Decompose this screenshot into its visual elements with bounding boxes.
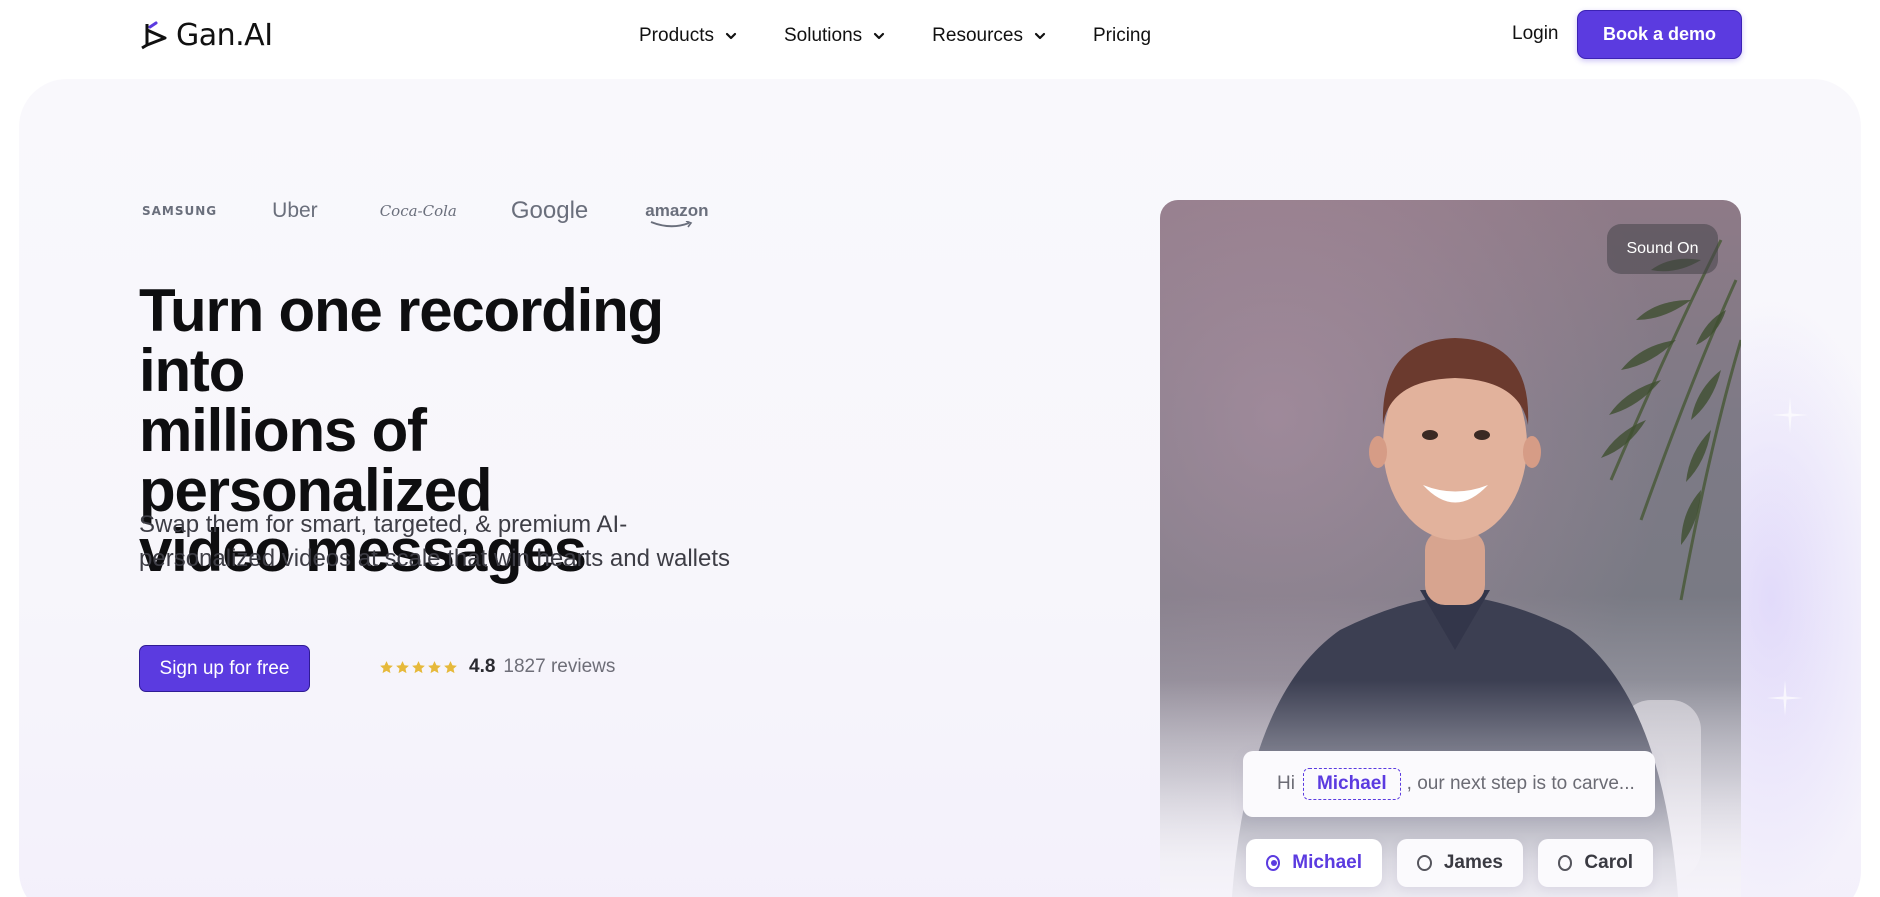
brand-logo-uber: Uber (272, 199, 318, 222)
personalized-caption: Hi Michael , our next step is to carve..… (1243, 751, 1655, 817)
star-icon (412, 660, 425, 673)
radio-icon (1266, 855, 1281, 871)
rating-value: 4.8 (469, 656, 496, 677)
subtext-line: personalized videos at scale that win he… (139, 545, 730, 572)
caption-prefix: Hi (1277, 773, 1295, 794)
sound-toggle-button[interactable]: Sound On (1607, 224, 1718, 274)
star-icon (444, 660, 457, 673)
sparkle-icon (1767, 680, 1803, 716)
name-option-label: James (1443, 852, 1503, 873)
headline-line: millions of personalized (139, 397, 493, 524)
star-rating (379, 660, 458, 675)
nav-item-products[interactable]: Products (639, 23, 738, 49)
book-demo-button[interactable]: Book a demo (1577, 10, 1742, 59)
rating: 4.8 1827 reviews (379, 656, 615, 678)
login-link[interactable]: Login (1512, 23, 1559, 45)
subtext-line: Swap them for smart, targeted, & premium… (139, 511, 628, 538)
nav-label: Solutions (783, 25, 863, 46)
nav-item-resources[interactable]: Resources (932, 23, 1047, 49)
star-icon (428, 660, 441, 673)
chevron-down-icon (725, 32, 737, 40)
nav-label: Resources (932, 25, 1023, 46)
nav-item-solutions[interactable]: Solutions (784, 23, 886, 49)
name-option-michael[interactable]: Michael (1246, 839, 1382, 887)
sparkle-icon (1772, 397, 1808, 433)
hero-subtext: Swap them for smart, targeted, & premium… (139, 508, 779, 576)
logo[interactable]: Gan.AI (140, 18, 273, 53)
amazon-smile-icon (650, 221, 693, 228)
name-option-carol[interactable]: Carol (1538, 839, 1653, 887)
brand-logo-samsung: SAMSUNG (142, 204, 218, 218)
review-count: 1827 reviews (503, 656, 616, 677)
logo-text: Gan.AI (176, 18, 273, 53)
name-option-label: Michael (1292, 852, 1362, 873)
brand-logo-amazon-text: amazon (645, 201, 709, 220)
radio-icon (1558, 855, 1573, 871)
brand-logo-google: Google (510, 197, 589, 224)
gan-logo-icon (141, 21, 167, 49)
nav-label: Pricing (1092, 25, 1152, 46)
nav-item-pricing[interactable]: Pricing (1093, 23, 1151, 49)
star-icon (396, 660, 409, 673)
name-option-james[interactable]: James (1397, 839, 1523, 887)
site-header: Gan.AI Products Solutions Resources Pric… (0, 0, 1880, 72)
caption-name-placeholder: Michael (1302, 768, 1401, 800)
radio-icon (1417, 855, 1432, 871)
chevron-down-icon (1034, 32, 1046, 40)
brand-logo-coca-cola: Coca-Cola (379, 202, 457, 220)
caption-suffix: , our next step is to carve... (1406, 773, 1635, 794)
brand-logo-amazon: amazon (645, 201, 709, 228)
star-icon (380, 660, 393, 673)
headline-line: Turn one recording into (139, 277, 664, 404)
nav-label: Products (639, 25, 714, 46)
name-option-label: Carol (1584, 852, 1633, 873)
signup-button[interactable]: Sign up for free (139, 645, 310, 692)
name-selector: Michael James Carol (1246, 839, 1653, 887)
chevron-down-icon (874, 32, 885, 40)
main-nav: Products Solutions Resources Pricing (639, 23, 1197, 49)
brand-logos: SAMSUNG Uber Coca-Cola Google amazon (142, 197, 755, 228)
